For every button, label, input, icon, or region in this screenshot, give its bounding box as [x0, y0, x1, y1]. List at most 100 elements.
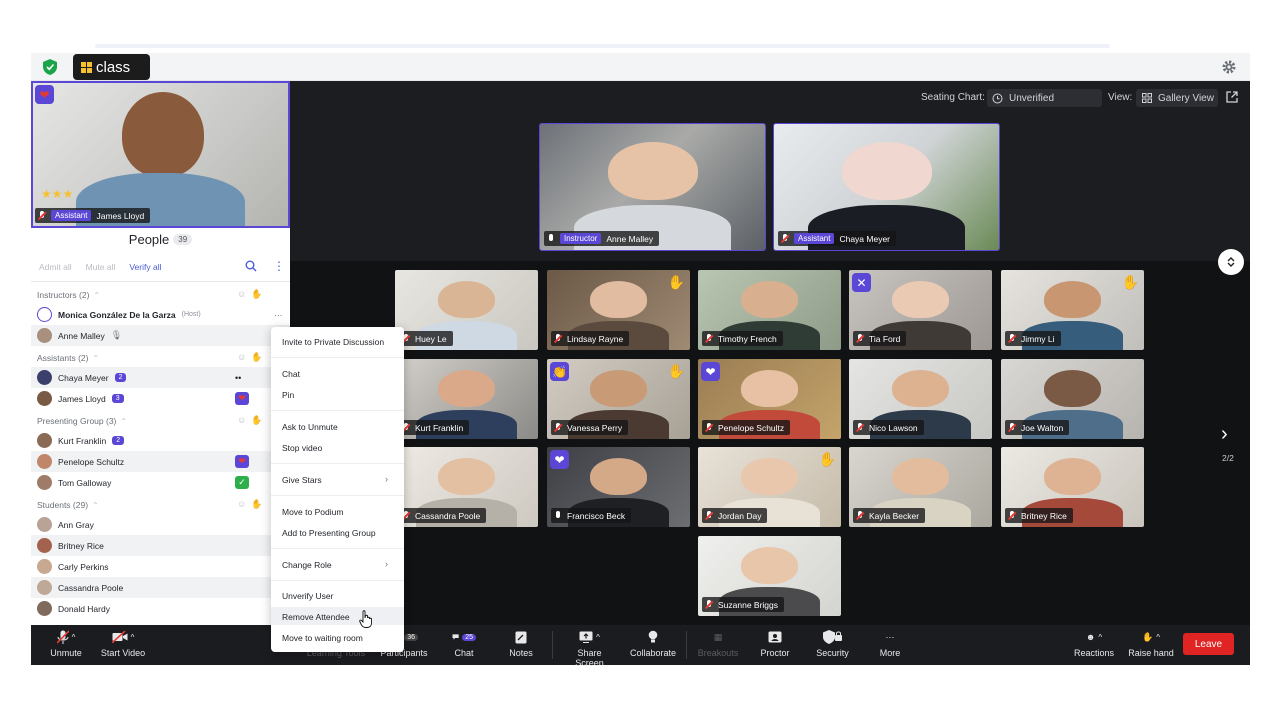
- participant-name: Ann Gray: [58, 519, 94, 530]
- collapse-podium-button[interactable]: [1218, 249, 1244, 275]
- spotlight-name-tag: Assistant James Lloyd: [35, 208, 151, 223]
- name-tag: Kayla Becker: [853, 508, 926, 523]
- x-badge-icon: ✕: [852, 273, 871, 292]
- participant-row[interactable]: Cassandra Poole: [31, 577, 290, 598]
- participant-name: Suzanne Briggs: [718, 599, 779, 610]
- mic-muted-icon: [705, 422, 713, 433]
- participant-row[interactable]: Anne Malley 🎙: [31, 325, 290, 346]
- mic-icon: [547, 233, 555, 244]
- check-icon: ✓: [235, 476, 249, 489]
- participant-name: Tom Galloway: [58, 477, 112, 488]
- heart-icon: ❤: [235, 392, 249, 405]
- collaborate-button[interactable]: Collaborate: [629, 629, 677, 658]
- menu-item-invite[interactable]: Invite to Private Discussion: [282, 337, 384, 347]
- popout-icon[interactable]: [1226, 91, 1238, 103]
- participant-row[interactable]: Carly Perkins: [31, 556, 290, 577]
- avatar: [37, 517, 52, 532]
- menu-item-add-presenting[interactable]: Add to Presenting Group: [282, 528, 376, 538]
- leave-button[interactable]: Leave: [1183, 633, 1234, 655]
- video-tile[interactable]: ✕ Tia Ford: [849, 270, 992, 350]
- seating-chart-select[interactable]: Unverified: [987, 89, 1102, 107]
- menu-item-chat[interactable]: Chat: [282, 369, 300, 379]
- more-options-icon[interactable]: ⋮: [273, 260, 285, 272]
- participants-count: 36: [404, 633, 418, 641]
- video-tile[interactable]: Nico Lawson: [849, 359, 992, 439]
- group-icons: ☺ ✋: [237, 415, 262, 426]
- speaker-tile[interactable]: Instructor Anne Malley: [539, 123, 766, 251]
- heart-badge-icon: ❤: [550, 450, 569, 469]
- video-tile[interactable]: Timothy French: [698, 270, 841, 350]
- video-tile[interactable]: Kurt Franklin: [395, 359, 538, 439]
- gear-icon[interactable]: [1222, 60, 1236, 74]
- participant-row[interactable]: Monica González De la Garza (Host) ···: [31, 304, 290, 325]
- mic-muted-icon: [856, 510, 864, 521]
- video-tile[interactable]: ✋ Jimmy Li: [1001, 270, 1144, 350]
- breakouts-button[interactable]: ▦ Breakouts: [697, 629, 739, 659]
- speaker-tile[interactable]: Assistant Chaya Meyer: [773, 123, 1000, 251]
- group-students[interactable]: Students (29) ⌃: [37, 500, 99, 510]
- start-video-button[interactable]: ^ Start Video: [99, 629, 147, 658]
- participant-name: Cassandra Poole: [415, 510, 481, 521]
- group-label: Presenting Group (3): [37, 416, 117, 426]
- more-icon[interactable]: ···: [274, 310, 283, 320]
- participant-row[interactable]: Kurt Franklin 2: [31, 430, 290, 451]
- participant-row[interactable]: Chaya Meyer 2 ••: [31, 367, 290, 388]
- proctor-button[interactable]: Proctor: [760, 629, 790, 658]
- next-page-icon[interactable]: ›: [1221, 424, 1235, 444]
- name-tag: Tia Ford: [853, 331, 907, 346]
- menu-item-stop-video[interactable]: Stop video: [282, 443, 322, 453]
- video-tile[interactable]: ❤ Penelope Schultz: [698, 359, 841, 439]
- view-select[interactable]: Gallery View: [1136, 89, 1218, 107]
- participant-row[interactable]: Ann Gray: [31, 514, 290, 535]
- video-tile[interactable]: Cassandra Poole: [395, 447, 538, 527]
- name-tag: Lindsay Rayne: [551, 331, 630, 346]
- spotlight-tile[interactable]: ❤ ★★★ Assistant James Lloyd: [31, 81, 290, 228]
- heart-badge-icon: ❤: [35, 85, 54, 104]
- verify-all-button[interactable]: Verify all: [129, 262, 161, 272]
- video-tile[interactable]: Joe Walton: [1001, 359, 1144, 439]
- menu-item-ask-unmute[interactable]: Ask to Unmute: [282, 422, 338, 432]
- video-tile[interactable]: ❤ Francisco Beck: [547, 447, 690, 527]
- participant-row[interactable]: Donald Hardy: [31, 598, 290, 619]
- video-tile[interactable]: ✋ Jordan Day: [698, 447, 841, 527]
- security-button[interactable]: Security: [815, 629, 850, 658]
- admit-all-button[interactable]: Admit all: [39, 262, 72, 272]
- participant-row[interactable]: James Lloyd 3 ❤: [31, 388, 290, 409]
- video-tile[interactable]: Britney Rice: [1001, 447, 1144, 527]
- menu-item-change-role[interactable]: Change Role: [282, 560, 332, 570]
- group-assistants[interactable]: Assistants (2) ⌃: [37, 353, 99, 363]
- participant-row[interactable]: Tom Galloway ✓: [31, 472, 290, 493]
- video-tile[interactable]: ✋ Lindsay Rayne: [547, 270, 690, 350]
- menu-item-pin[interactable]: Pin: [282, 390, 294, 400]
- avatar: [37, 454, 52, 469]
- participant-name: Timothy French: [718, 333, 777, 344]
- unmute-button[interactable]: ^ Unmute: [48, 629, 84, 658]
- search-icon[interactable]: [245, 260, 257, 272]
- chat-button[interactable]: 25 Chat: [452, 629, 476, 658]
- menu-item-give-stars[interactable]: Give Stars: [282, 475, 322, 485]
- more-button[interactable]: ··· More: [878, 629, 902, 658]
- avatar: [37, 370, 52, 385]
- clap-badge-icon: 👏: [550, 362, 569, 381]
- participant-row[interactable]: Penelope Schultz ❤: [31, 451, 290, 472]
- raise-hand-button[interactable]: ✋ ^ Raise hand: [1127, 629, 1175, 659]
- menu-item-remove[interactable]: Remove Attendee: [282, 612, 350, 622]
- share-screen-button[interactable]: ^ Share Screen: [562, 629, 617, 668]
- menu-item-unverify[interactable]: Unverify User: [282, 591, 333, 601]
- menu-item-move-podium[interactable]: Move to Podium: [282, 507, 343, 517]
- notes-button[interactable]: Notes: [508, 629, 534, 658]
- mute-all-button[interactable]: Mute all: [86, 262, 116, 272]
- video-tile[interactable]: Suzanne Briggs: [698, 536, 841, 616]
- group-presenting[interactable]: Presenting Group (3) ⌃: [37, 416, 127, 426]
- start-video-label: Start Video: [100, 648, 146, 658]
- group-instructors[interactable]: Instructors (2) ⌃: [37, 290, 100, 300]
- top-bar: class: [31, 53, 1250, 81]
- group-icons: ☺ ✋: [237, 289, 262, 300]
- video-tile[interactable]: Kayla Becker: [849, 447, 992, 527]
- reactions-button[interactable]: ☻ ^ Reactions: [1072, 629, 1116, 658]
- heart-icon: ❤: [235, 455, 249, 468]
- menu-item-waiting-room[interactable]: Move to waiting room: [282, 633, 363, 643]
- video-tile[interactable]: 👏 ✋ Vanessa Perry: [547, 359, 690, 439]
- participant-row[interactable]: Britney Rice: [31, 535, 290, 556]
- video-tile[interactable]: Huey Le: [395, 270, 538, 350]
